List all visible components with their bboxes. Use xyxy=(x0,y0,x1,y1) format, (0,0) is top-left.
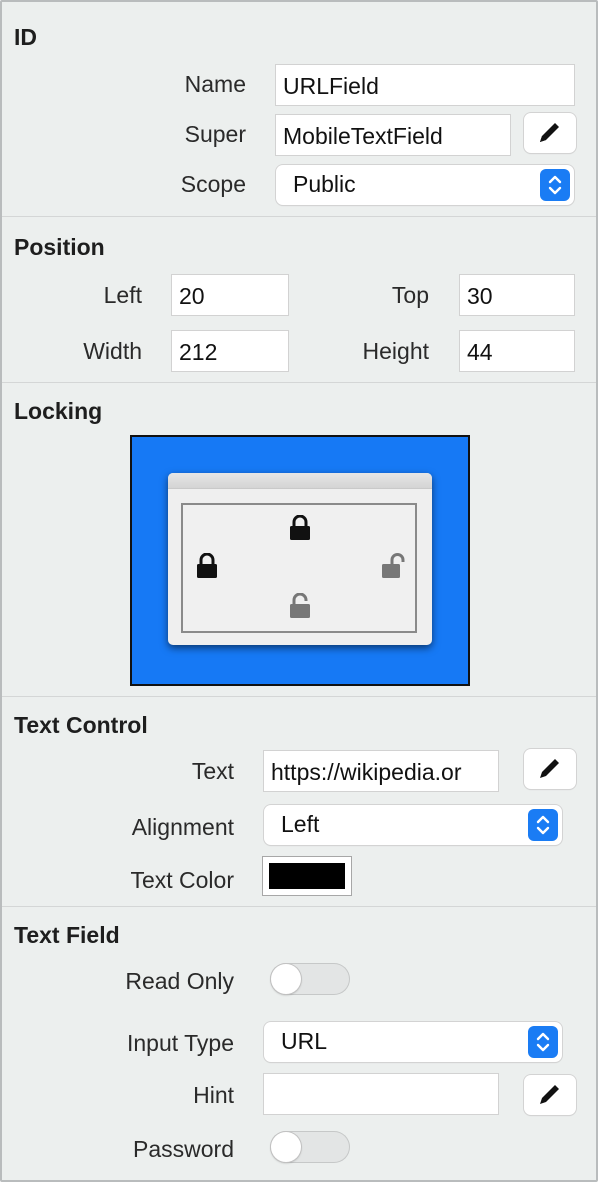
height-field[interactable]: 44 xyxy=(459,330,575,372)
text-color-label: Text Color xyxy=(130,867,234,893)
section-title-text-control: Text Control xyxy=(14,712,148,738)
divider xyxy=(2,696,596,697)
section-title-id: ID xyxy=(14,24,37,50)
super-edit-button[interactable] xyxy=(524,113,576,153)
pencil-icon xyxy=(540,123,559,142)
lock-left-closed-icon[interactable] xyxy=(196,553,218,579)
hint-field[interactable] xyxy=(263,1073,499,1115)
width-field[interactable]: 212 xyxy=(171,330,289,372)
section-title-position: Position xyxy=(14,234,105,260)
text-field[interactable]: https://wikipedia.or xyxy=(263,750,499,792)
text-color-swatch xyxy=(269,863,345,889)
input-type-popup-value: URL xyxy=(281,1028,328,1054)
toggle-knob xyxy=(271,1132,301,1162)
window-title-bar xyxy=(168,473,432,489)
locking-window-preview xyxy=(168,473,432,645)
text-color-well[interactable] xyxy=(262,856,352,896)
hint-label: Hint xyxy=(193,1082,234,1108)
read-only-label: Read Only xyxy=(125,968,234,994)
lock-bottom-open-icon[interactable] xyxy=(289,593,313,619)
left-label: Left xyxy=(103,282,142,308)
inspector-panel: ID Name URLField Super MobileTextField S… xyxy=(0,0,598,1182)
password-toggle[interactable] xyxy=(270,1131,350,1163)
locking-control xyxy=(130,435,470,686)
alignment-popup-value: Left xyxy=(281,811,320,837)
pencil-icon xyxy=(540,1085,559,1104)
text-edit-button[interactable] xyxy=(524,749,576,789)
scope-label: Scope xyxy=(180,171,246,197)
section-title-locking: Locking xyxy=(14,398,103,424)
up-down-chevron-icon xyxy=(540,169,570,201)
section-title-text-field: Text Field xyxy=(14,922,120,948)
divider xyxy=(2,216,596,217)
lock-right-open-icon[interactable] xyxy=(381,553,405,579)
top-label: Top xyxy=(391,282,429,308)
width-label: Width xyxy=(83,338,142,364)
name-label: Name xyxy=(184,71,246,97)
locking-control-area xyxy=(181,503,417,633)
scope-popup[interactable]: Public xyxy=(276,165,574,205)
input-type-label: Input Type xyxy=(127,1030,234,1056)
password-label: Password xyxy=(133,1136,234,1162)
alignment-label: Alignment xyxy=(131,814,234,840)
divider xyxy=(2,382,596,383)
name-field[interactable]: URLField xyxy=(275,64,575,106)
input-type-popup[interactable]: URL xyxy=(264,1022,562,1062)
left-field[interactable]: 20 xyxy=(171,274,289,316)
up-down-chevron-icon xyxy=(528,809,558,841)
up-down-chevron-icon xyxy=(528,1026,558,1058)
toggle-knob xyxy=(271,964,301,994)
super-field[interactable]: MobileTextField xyxy=(275,114,511,156)
alignment-popup[interactable]: Left xyxy=(264,805,562,845)
pencil-icon xyxy=(540,759,559,778)
divider xyxy=(2,906,596,907)
read-only-toggle[interactable] xyxy=(270,963,350,995)
top-field[interactable]: 30 xyxy=(459,274,575,316)
text-label: Text xyxy=(191,758,234,784)
scope-popup-value: Public xyxy=(293,171,356,197)
height-label: Height xyxy=(362,338,429,364)
hint-edit-button[interactable] xyxy=(524,1075,576,1115)
super-label: Super xyxy=(184,121,246,147)
lock-top-closed-icon[interactable] xyxy=(289,515,311,541)
